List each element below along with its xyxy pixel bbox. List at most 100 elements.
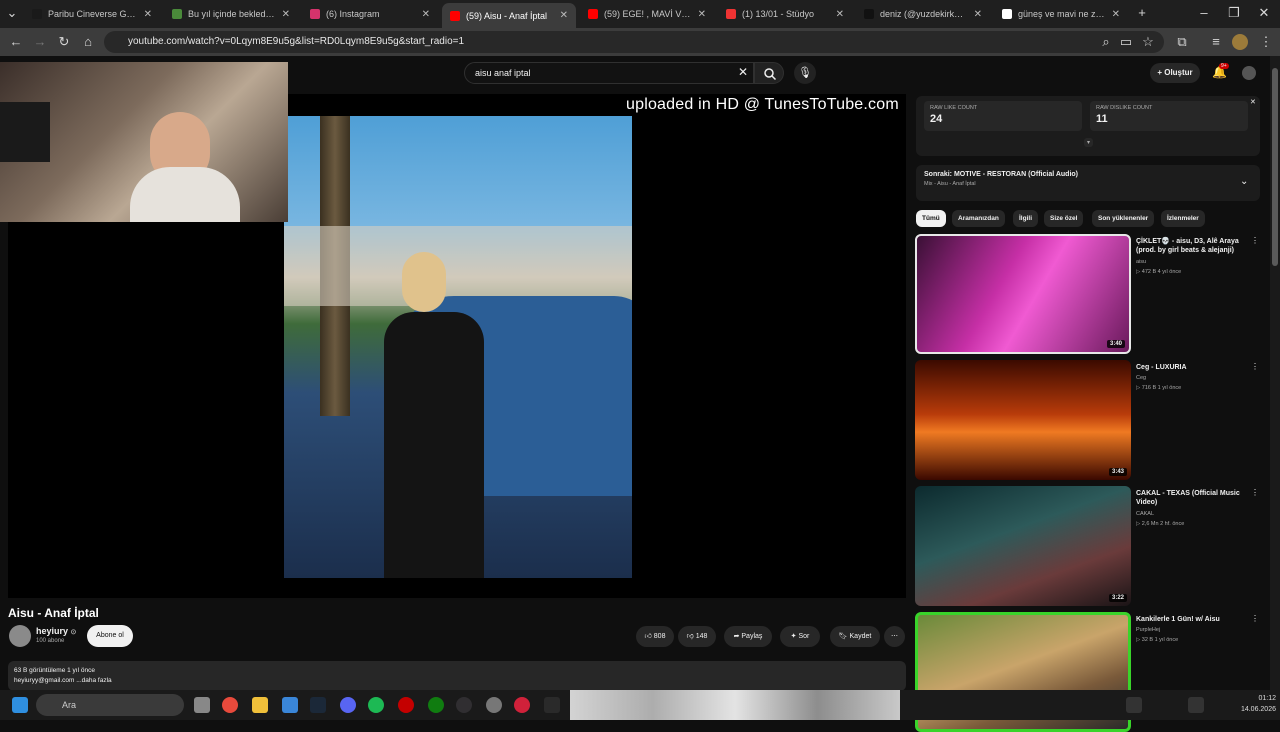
recommendation-title[interactable]: Ceg - LUXURIA bbox=[1136, 363, 1258, 372]
browser-tab[interactable]: (59) EGE! , MAVİ VE BATU ✕ bbox=[580, 3, 714, 25]
filter-chip[interactable]: Aramanızdan bbox=[952, 210, 1005, 227]
back-icon[interactable]: ← bbox=[8, 34, 24, 50]
xbox-icon[interactable] bbox=[428, 697, 444, 713]
save-button[interactable]: 🔖︎ Kaydet bbox=[830, 626, 880, 647]
create-button[interactable]: + Oluştur bbox=[1150, 63, 1200, 83]
chevron-down-icon[interactable]: ⌄ bbox=[1240, 176, 1248, 187]
ask-label: Sor bbox=[798, 633, 810, 640]
more-options-icon[interactable]: ⋮ bbox=[1251, 362, 1259, 371]
recommendation-item[interactable]: 3:40 ÇİKLET💀 - aisu, D3, Alê Araya (prod.… bbox=[915, 234, 1259, 354]
recommendation-item[interactable]: 3:22 CAKAL - TEXAS (Official Music Video)… bbox=[915, 486, 1259, 606]
discord-icon[interactable] bbox=[340, 697, 356, 713]
duration-badge: 3:40 bbox=[1106, 340, 1125, 348]
recommendation-thumbnail[interactable]: 3:22 bbox=[915, 486, 1131, 606]
browser-tab[interactable]: (59) Aisu - Anaf İptal ✕ bbox=[442, 3, 576, 28]
recommendation-item[interactable]: 3:43 Ceg - LUXURIA Ceg ▷ 716 B 1 yıl önce ⋮ bbox=[915, 360, 1259, 480]
maximize-icon[interactable]: ❐ bbox=[1226, 5, 1242, 21]
close-tab-icon[interactable]: ✕ bbox=[698, 9, 706, 20]
recommendation-channel[interactable]: aisu bbox=[1136, 259, 1146, 265]
profile-avatar[interactable] bbox=[1232, 34, 1248, 50]
app-icon[interactable] bbox=[514, 697, 530, 713]
recommendation-meta: ▷ 2,6 Mn 2 hf. önce bbox=[1136, 521, 1185, 527]
tray-chevron-icon[interactable] bbox=[1126, 697, 1142, 713]
extensions-icon[interactable]: ⧉ bbox=[1174, 34, 1190, 50]
close-tab-icon[interactable]: ✕ bbox=[974, 9, 982, 20]
taskbar-search[interactable]: Ara bbox=[36, 694, 184, 716]
url-field[interactable]: youtube.com/watch?v=0Lqym8E9u5g&list=RD0… bbox=[104, 31, 1164, 53]
steam-icon[interactable] bbox=[310, 697, 326, 713]
zoom-icon[interactable]: ⌕ bbox=[1098, 34, 1114, 50]
browser-tab[interactable]: deniz (@yuzdekirkuzunu ✕ bbox=[856, 3, 990, 25]
tab-search-icon[interactable]: ⌄ bbox=[4, 5, 20, 21]
recommendation-thumbnail[interactable]: 3:40 bbox=[915, 234, 1131, 354]
share-button[interactable]: ➦ Paylaş bbox=[724, 626, 772, 647]
epic-games-icon[interactable] bbox=[544, 697, 560, 713]
browser-tab[interactable]: güneş ve mavi ne zaman ✕ bbox=[994, 3, 1128, 25]
recommendation-title[interactable]: Kankilerle 1 Gün! w/ Aisu bbox=[1136, 615, 1258, 624]
new-tab-button[interactable]: + bbox=[1134, 5, 1150, 21]
close-tab-icon[interactable]: ✕ bbox=[1112, 9, 1120, 20]
more-options-icon[interactable]: ⋮ bbox=[1251, 614, 1259, 623]
recommendation-channel[interactable]: PurpleHej bbox=[1136, 627, 1160, 633]
ask-button[interactable]: ✦ Sor bbox=[780, 626, 820, 647]
subscribe-button[interactable]: Abone ol bbox=[87, 625, 133, 647]
more-actions-button[interactable]: ⋯ bbox=[884, 626, 905, 647]
forward-icon[interactable]: → bbox=[32, 34, 48, 50]
description-box[interactable]: 63 B görüntüleme 1 yıl önce heyiuryy@gma… bbox=[8, 661, 906, 691]
close-tab-icon[interactable]: ✕ bbox=[144, 9, 152, 20]
recommendation-title[interactable]: CAKAL - TEXAS (Official Music Video) bbox=[1136, 489, 1258, 507]
filter-chip[interactable]: İzlenmeler bbox=[1161, 210, 1205, 227]
close-tab-icon[interactable]: ✕ bbox=[282, 9, 290, 20]
account-avatar[interactable] bbox=[1242, 66, 1256, 80]
settings-icon[interactable] bbox=[486, 697, 502, 713]
close-tab-icon[interactable]: ✕ bbox=[560, 10, 568, 21]
page-scrollbar[interactable] bbox=[1270, 56, 1280, 690]
search-button[interactable] bbox=[754, 62, 784, 84]
clear-search-icon[interactable]: ✕ bbox=[738, 65, 748, 79]
recommendation-title[interactable]: ÇİKLET💀 - aisu, D3, Alê Araya (prod. by … bbox=[1136, 237, 1258, 255]
recommendation-channel[interactable]: CAKAL bbox=[1136, 511, 1154, 517]
home-icon[interactable]: ⌂ bbox=[80, 34, 96, 50]
browser-tab[interactable]: Bu yıl içinde beklediğim ✕ bbox=[164, 3, 298, 25]
recommendation-thumbnail[interactable]: 3:43 bbox=[915, 360, 1131, 480]
browser-menu-icon[interactable]: ⋮ bbox=[1258, 34, 1274, 50]
browser-tab[interactable]: (6) Instagram ✕ bbox=[302, 3, 438, 25]
reload-icon[interactable]: ↻ bbox=[56, 34, 72, 50]
more-options-icon[interactable]: ⋮ bbox=[1251, 236, 1259, 245]
browser-tab[interactable]: Paribu Cineverse Gebze C ✕ bbox=[24, 3, 160, 25]
obs-icon[interactable] bbox=[456, 697, 472, 713]
cast-icon[interactable]: ▭ bbox=[1118, 34, 1134, 50]
channel-avatar[interactable] bbox=[9, 625, 31, 647]
minimize-icon[interactable]: – bbox=[1196, 5, 1212, 21]
recommendation-channel[interactable]: Ceg bbox=[1136, 375, 1146, 381]
bookmark-star-icon[interactable]: ☆ bbox=[1140, 34, 1156, 50]
close-panel-icon[interactable]: ✕ bbox=[1250, 98, 1256, 106]
spotify-icon[interactable] bbox=[368, 697, 384, 713]
channel-name[interactable]: heyiury ⊙ bbox=[36, 626, 76, 636]
close-tab-icon[interactable]: ✕ bbox=[422, 9, 430, 20]
filter-chip[interactable]: Tümü bbox=[916, 210, 946, 227]
store-icon[interactable] bbox=[282, 697, 298, 713]
wifi-icon[interactable] bbox=[1188, 697, 1204, 713]
reading-list-icon[interactable]: ≡ bbox=[1208, 34, 1224, 50]
filter-chip[interactable]: İlgili bbox=[1013, 210, 1038, 227]
file-explorer-icon[interactable] bbox=[252, 697, 268, 713]
task-view-icon[interactable] bbox=[194, 697, 210, 713]
like-button[interactable]: 👍︎ 808 bbox=[636, 626, 674, 647]
close-tab-icon[interactable]: ✕ bbox=[836, 9, 844, 20]
search-input[interactable]: aisu anaf iptal bbox=[464, 62, 754, 84]
browser-tab[interactable]: (1) 13/01 - Stüdyo ✕ bbox=[718, 3, 852, 25]
expand-icon[interactable]: ▾ bbox=[1084, 138, 1094, 147]
windows-start-icon[interactable] bbox=[12, 697, 28, 713]
chrome-icon[interactable] bbox=[222, 697, 238, 713]
filter-chip[interactable]: Son yüklenenler bbox=[1092, 210, 1155, 227]
dislike-button[interactable]: 👎︎ 148 bbox=[678, 626, 716, 647]
taskbar-clock[interactable]: 01:12 14.06.2026 bbox=[1218, 693, 1276, 715]
filter-chip[interactable]: Size özel bbox=[1044, 210, 1084, 227]
scrollbar-thumb[interactable] bbox=[1272, 68, 1278, 266]
close-window-icon[interactable]: ✕ bbox=[1256, 5, 1272, 21]
more-options-icon[interactable]: ⋮ bbox=[1251, 488, 1259, 497]
mix-playlist-panel[interactable]: Sonraki: MOTIVE - RESTORAN (Official Aud… bbox=[916, 165, 1260, 201]
opera-icon[interactable] bbox=[398, 697, 414, 713]
voice-search-icon[interactable]: 🎙 bbox=[794, 62, 816, 84]
